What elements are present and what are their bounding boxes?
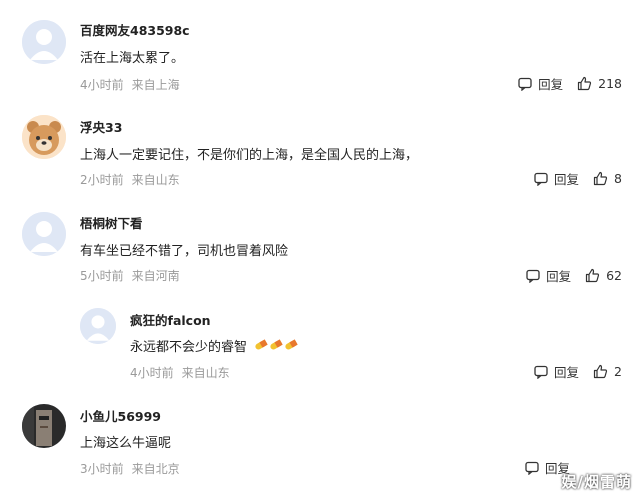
comment-meta: 2小时前 来自山东 [80, 171, 180, 188]
location: 来自山东 [131, 173, 180, 187]
reply-label: 回复 [554, 172, 580, 187]
reply-icon [526, 269, 540, 283]
reply-button[interactable]: 回复 [518, 74, 563, 93]
thumbs-up-icon [585, 268, 600, 283]
comment-actions: 回复 62 [526, 266, 622, 285]
username[interactable]: 百度网友483598c [80, 20, 190, 39]
reply-label: 回复 [554, 365, 580, 380]
comment-text: 有车坐已经不错了，司机也冒着风险 [80, 244, 289, 259]
default-avatar-icon[interactable] [22, 212, 66, 256]
reply-icon [534, 365, 548, 379]
comment-text: 上海人一定要记住，不是你们的上海，是全国人民的上海， [80, 148, 419, 163]
comment-actions: 回复 2 [534, 362, 622, 381]
watermark: 娱/烟雷萌 [561, 473, 632, 491]
reply-icon [534, 172, 548, 186]
username[interactable]: 疯狂的falcon [130, 310, 211, 329]
thumbs-up-icon [578, 76, 592, 91]
username[interactable]: 小鱼儿56999 [80, 406, 161, 425]
username[interactable]: 浮央33 [80, 117, 122, 136]
like-count: 2 [614, 364, 622, 379]
comment-actions: 回复 218 [518, 74, 622, 93]
thumbs-up-icon [593, 364, 608, 379]
location: 来自山东 [181, 366, 230, 380]
reply-label: 回复 [538, 77, 564, 92]
comment-2: 浮央33 上海人一定要记住，不是你们的上海，是全国人民的上海， 2小时前 来自山东… [0, 100, 640, 200]
comment-text: 上海这么牛逼呢 [80, 436, 172, 451]
like-count: 218 [598, 76, 622, 91]
like-button[interactable]: 8 [593, 171, 622, 186]
reply-icon [518, 77, 532, 91]
like-button[interactable]: 218 [577, 76, 622, 91]
comment-text: 活在上海太累了。 [80, 51, 185, 66]
comment-text: 永远都不会少的睿智 [130, 336, 299, 355]
timestamp: 4小时前 [130, 366, 174, 380]
reply-icon [525, 461, 539, 475]
comment-meta: 4小时前 来自上海 [80, 76, 180, 93]
like-button[interactable]: 62 [585, 268, 622, 283]
comment-1: 百度网友483598c 活在上海太累了。 4小时前 来自上海 回复 218 [0, 0, 640, 100]
bear-avatar[interactable] [22, 115, 66, 159]
comment-meta: 3小时前 来自北京 [80, 460, 180, 477]
default-avatar-icon[interactable] [22, 20, 66, 64]
reply-button[interactable]: 回复 [526, 266, 571, 285]
timestamp: 2小时前 [80, 173, 124, 187]
like-count: 62 [606, 268, 622, 283]
timestamp: 4小时前 [80, 78, 124, 92]
comment-meta: 4小时前 来自山东 [130, 364, 230, 381]
reply-button[interactable]: 回复 [534, 362, 579, 381]
photo-avatar[interactable] [22, 404, 66, 448]
reply-button[interactable]: 回复 [534, 169, 579, 188]
pill-icon [255, 339, 299, 355]
timestamp: 5小时前 [80, 269, 124, 283]
comment-5: 小鱼儿56999 上海这么牛逼呢 3小时前 来自北京 回复 [0, 390, 640, 496]
thumbs-up-icon [593, 171, 608, 186]
location: 来自河南 [131, 269, 180, 283]
comment-text-label: 永远都不会少的睿智 [130, 340, 248, 355]
location: 来自北京 [131, 462, 180, 476]
default-avatar-icon[interactable] [80, 308, 116, 344]
timestamp: 3小时前 [80, 462, 124, 476]
reply-comment: 疯狂的falcon 永远都不会少的睿智 4小时前 来自山东 回复 2 [0, 300, 640, 390]
like-button[interactable]: 2 [593, 364, 622, 379]
username[interactable]: 梧桐树下看 [80, 213, 143, 232]
comment-meta: 5小时前 来自河南 [80, 267, 180, 284]
comment-3: 梧桐树下看 有车坐已经不错了，司机也冒着风险 5小时前 来自河南 回复 62 [0, 200, 640, 300]
location: 来自上海 [131, 78, 180, 92]
comment-actions: 回复 8 [534, 169, 622, 188]
like-count: 8 [614, 171, 622, 186]
reply-label: 回复 [546, 269, 572, 284]
